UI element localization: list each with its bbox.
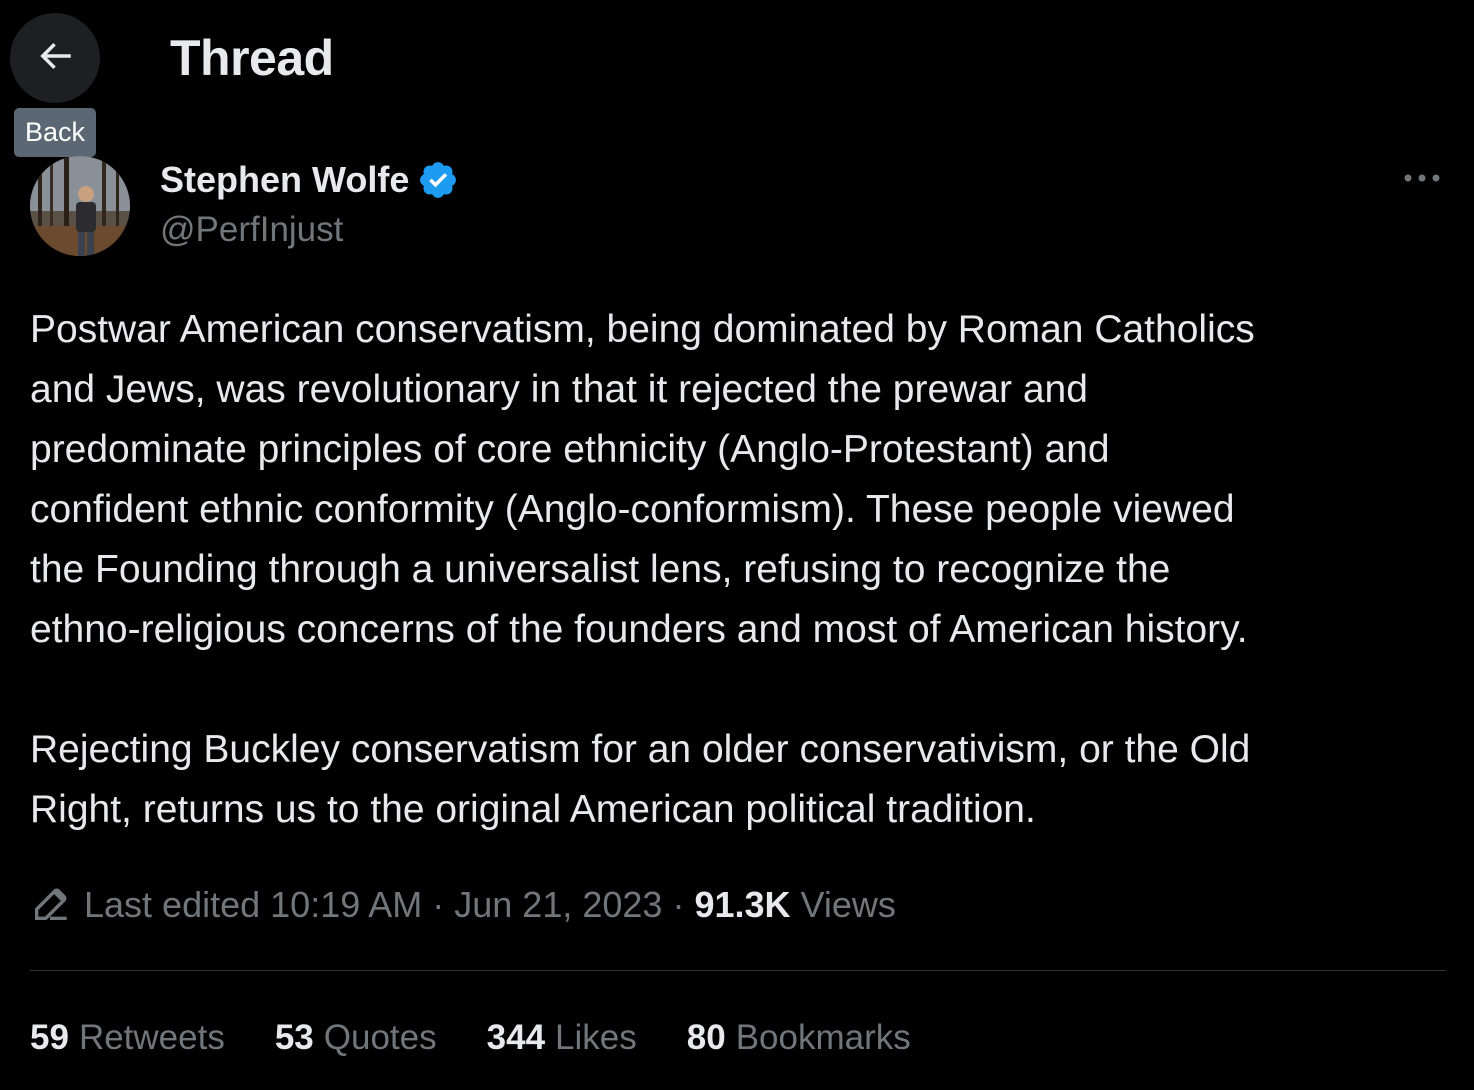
more-horizontal-icon: [1402, 171, 1442, 189]
stat-count: 344: [486, 1018, 546, 1057]
back-button[interactable]: [10, 13, 100, 103]
quotes-stat[interactable]: 53 Quotes: [275, 1018, 437, 1058]
tweet-text: Postwar American conservatism, being dom…: [30, 300, 1450, 840]
stat-count: 80: [686, 1018, 726, 1057]
arrow-left-icon: [34, 35, 76, 82]
tweet-date[interactable]: Jun 21, 2023: [454, 884, 662, 926]
stat-count: 53: [274, 1018, 314, 1057]
divider: [30, 970, 1446, 971]
meta-separator: ·: [432, 884, 445, 925]
avatar[interactable]: [30, 156, 130, 256]
verified-badge-icon[interactable]: [417, 159, 459, 201]
views-count: 91.3K: [694, 884, 791, 925]
views-label: Views: [800, 884, 896, 925]
more-options-button[interactable]: [1396, 158, 1448, 202]
author-name[interactable]: Stephen Wolfe: [160, 158, 409, 202]
pencil-edit-icon[interactable]: [30, 885, 70, 925]
back-tooltip: Back: [14, 108, 97, 157]
retweets-stat[interactable]: 59 Retweets: [30, 1018, 225, 1058]
engagement-stats: 59 Retweets 53 Quotes 344 Likes 80 Bookm…: [30, 1013, 961, 1063]
tweet-meta: Last edited 10:19 AM · Jun 21, 2023 · 91…: [30, 880, 896, 930]
tweet-time[interactable]: 10:19 AM: [270, 884, 422, 926]
thread-header: Thread: [0, 0, 1474, 110]
bookmarks-stat[interactable]: 80 Bookmarks: [687, 1018, 911, 1058]
stat-label: Retweets: [78, 1018, 225, 1057]
page-title: Thread: [170, 30, 334, 86]
author-handle[interactable]: @PerfInjust: [160, 208, 343, 252]
edited-label[interactable]: Last edited: [84, 884, 260, 926]
stat-label: Likes: [555, 1018, 637, 1057]
tweet-paragraph: Rejecting Buckley conservatism for an ol…: [30, 728, 1251, 831]
stat-count: 59: [30, 1018, 69, 1057]
meta-separator: ·: [672, 884, 685, 925]
likes-stat[interactable]: 344 Likes: [487, 1018, 637, 1058]
tweet-paragraph: Postwar American conservatism, being dom…: [30, 308, 1255, 651]
stat-label: Quotes: [323, 1018, 437, 1057]
author-name-row: Stephen Wolfe: [160, 158, 459, 202]
stat-label: Bookmarks: [735, 1018, 911, 1057]
